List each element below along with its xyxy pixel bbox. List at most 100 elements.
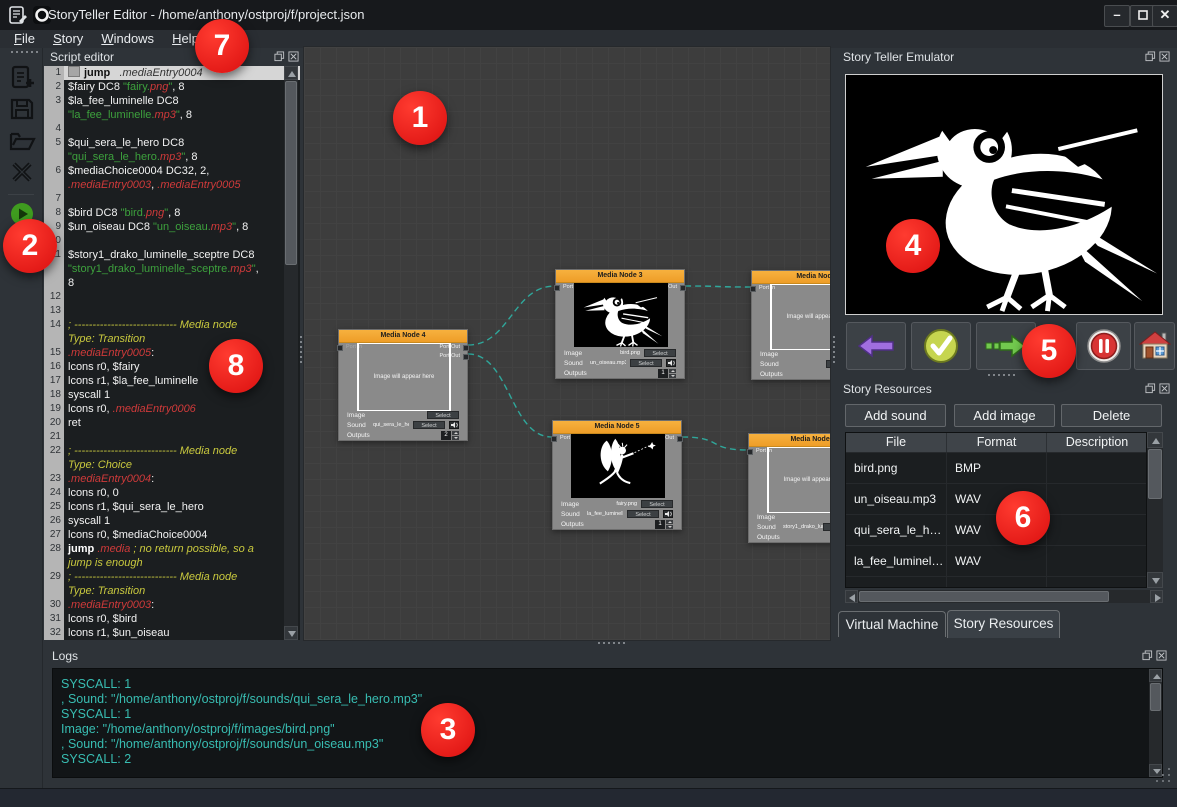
splitter-right[interactable]: [833, 336, 835, 363]
column-header-description[interactable]: Description: [1047, 433, 1147, 452]
code-line[interactable]: jump is enough: [44, 556, 300, 570]
code-line[interactable]: 21: [44, 430, 300, 444]
close-panel-icon[interactable]: [1159, 383, 1170, 394]
port-out-connector[interactable]: [677, 436, 683, 442]
add-image-button[interactable]: Add image: [954, 404, 1055, 427]
resource-row[interactable]: fairy.pngBMP: [846, 577, 1146, 588]
node-title[interactable]: Media Node: [752, 271, 831, 284]
code-line[interactable]: "la_fee_luminelle.mp3", 8: [44, 108, 300, 122]
code-line[interactable]: 17lcons r1, $la_fee_luminelle: [44, 374, 300, 388]
close-button[interactable]: ✕: [1152, 5, 1177, 27]
node-title[interactable]: Media Node 4: [339, 330, 467, 343]
script-editor-scrollbar[interactable]: [284, 66, 298, 640]
close-project-button[interactable]: [8, 158, 36, 186]
code-line[interactable]: Type: Transition: [44, 332, 300, 346]
column-header-format[interactable]: Format: [947, 433, 1047, 452]
port-in-connector[interactable]: [337, 345, 343, 351]
port-out-connector[interactable]: [463, 345, 469, 351]
code-line[interactable]: 27lcons r0, $mediaChoice0004: [44, 528, 300, 542]
code-line[interactable]: 29; ---------------------------- Media n…: [44, 570, 300, 584]
code-line[interactable]: .mediaEntry0003, .mediaEntry0005: [44, 178, 300, 192]
port-in-connector[interactable]: [551, 436, 557, 442]
play-sound-icon[interactable]: [449, 421, 459, 429]
port-in-connector[interactable]: [554, 285, 560, 291]
code-line[interactable]: "qui_sera_le_hero.mp3", 8: [44, 150, 300, 164]
splitter-emulator[interactable]: [988, 374, 1015, 376]
media-node[interactable]: Media Node 5Port InPort OutImagefairy.pn…: [552, 420, 682, 530]
code-line[interactable]: 7: [44, 192, 300, 206]
minimize-button[interactable]: –: [1104, 5, 1130, 27]
code-line[interactable]: 3$la_fee_luminelle DC8: [44, 94, 300, 108]
float-panel-icon[interactable]: [1145, 51, 1156, 62]
code-line[interactable]: 30.mediaEntry0003:: [44, 598, 300, 612]
toolbar-grip[interactable]: [11, 51, 38, 53]
code-line[interactable]: Type: Choice: [44, 458, 300, 472]
code-line[interactable]: 1jump .mediaEntry0004: [44, 66, 300, 80]
code-line[interactable]: 9$un_oiseau DC8 "un_oiseau.mp3", 8: [44, 220, 300, 234]
media-node[interactable]: Media Node 3Port InPort OutImagebird.png…: [555, 269, 685, 379]
port-in-connector[interactable]: [750, 286, 756, 292]
code-line[interactable]: 8: [44, 276, 300, 290]
splitter-bottom[interactable]: [598, 642, 625, 644]
code-line[interactable]: 12: [44, 290, 300, 304]
logs-scrollbar[interactable]: [1149, 669, 1162, 777]
splitter-left[interactable]: [300, 336, 302, 363]
emulator-back-button[interactable]: [846, 322, 906, 370]
add-sound-button[interactable]: Add sound: [845, 404, 946, 427]
open-project-button[interactable]: [8, 126, 36, 154]
select-button[interactable]: Select: [630, 359, 662, 367]
tab-virtual-machine[interactable]: Virtual Machine: [838, 611, 946, 637]
node-title[interactable]: Media Node 5: [553, 421, 681, 434]
outputs-spinner[interactable]: 1: [655, 520, 673, 529]
delete-resource-button[interactable]: Delete: [1061, 404, 1162, 427]
close-panel-icon[interactable]: [1159, 51, 1170, 62]
tab-story-resources[interactable]: Story Resources: [947, 610, 1060, 638]
resource-row[interactable]: bird.pngBMP: [846, 453, 1146, 484]
media-node[interactable]: Media Node 6Port InPort OutImage will ap…: [748, 433, 831, 543]
resources-vscrollbar[interactable]: [1147, 432, 1163, 588]
emulator-home-button[interactable]: [1134, 322, 1175, 370]
code-line[interactable]: 23.mediaEntry0004:: [44, 472, 300, 486]
menu-file[interactable]: File: [5, 30, 44, 47]
code-line[interactable]: Type: Transition: [44, 584, 300, 598]
script-editor[interactable]: 1jump .mediaEntry00042$fairy DC8 "fairy.…: [44, 66, 300, 640]
port-out-connector[interactable]: [463, 354, 469, 360]
code-line[interactable]: 11$story1_drako_luminelle_sceptre DC8: [44, 248, 300, 262]
media-node[interactable]: Media NodePort InPort OutImage will appe…: [751, 270, 831, 380]
float-panel-icon[interactable]: [1145, 383, 1156, 394]
select-button[interactable]: Select: [413, 421, 445, 429]
code-line[interactable]: 18syscall 1: [44, 388, 300, 402]
save-button[interactable]: [8, 94, 36, 122]
node-graph-canvas[interactable]: Media Node 4Port InPort OutPort OutImage…: [303, 46, 831, 641]
logs-output[interactable]: SYSCALL: 1, Sound: "/home/anthony/ostpro…: [52, 668, 1163, 778]
play-sound-icon[interactable]: [666, 359, 676, 367]
select-button[interactable]: Select: [644, 349, 676, 357]
menu-story[interactable]: Story: [44, 30, 92, 47]
code-line[interactable]: 26syscall 1: [44, 514, 300, 528]
code-line[interactable]: 28jump .media ; no return possible, so a: [44, 542, 300, 556]
code-line[interactable]: 31lcons r0, $bird: [44, 612, 300, 626]
code-line[interactable]: 25lcons r1, $qui_sera_le_hero: [44, 500, 300, 514]
select-button[interactable]: Select: [627, 510, 659, 518]
resource-row[interactable]: la_fee_luminelle.mp3WAV: [846, 546, 1146, 577]
port-out-connector[interactable]: [680, 285, 686, 291]
code-line[interactable]: 2$fairy DC8 "fairy.png", 8: [44, 80, 300, 94]
code-line[interactable]: 13: [44, 304, 300, 318]
window-resize-grip[interactable]: [1156, 768, 1176, 788]
media-node[interactable]: Media Node 4Port InPort OutPort OutImage…: [338, 329, 468, 441]
code-line[interactable]: 20ret: [44, 416, 300, 430]
select-button[interactable]: Select: [823, 523, 831, 531]
code-line[interactable]: 22; ---------------------------- Media n…: [44, 444, 300, 458]
select-button[interactable]: Select: [826, 360, 831, 368]
column-header-file[interactable]: File: [846, 433, 947, 452]
code-line[interactable]: 4: [44, 122, 300, 136]
code-line[interactable]: 10: [44, 234, 300, 248]
window-titlebar[interactable]: StoryTeller Editor - /home/anthony/ostpr…: [0, 0, 1177, 31]
emulator-ok-button[interactable]: [911, 322, 971, 370]
code-line[interactable]: 24lcons r0, 0: [44, 486, 300, 500]
close-panel-icon[interactable]: [288, 51, 299, 62]
code-line[interactable]: 8$bird DC8 "bird.png", 8: [44, 206, 300, 220]
play-sound-icon[interactable]: [663, 510, 673, 518]
port-in-connector[interactable]: [747, 449, 753, 455]
code-line[interactable]: 19lcons r0, .mediaEntry0006: [44, 402, 300, 416]
